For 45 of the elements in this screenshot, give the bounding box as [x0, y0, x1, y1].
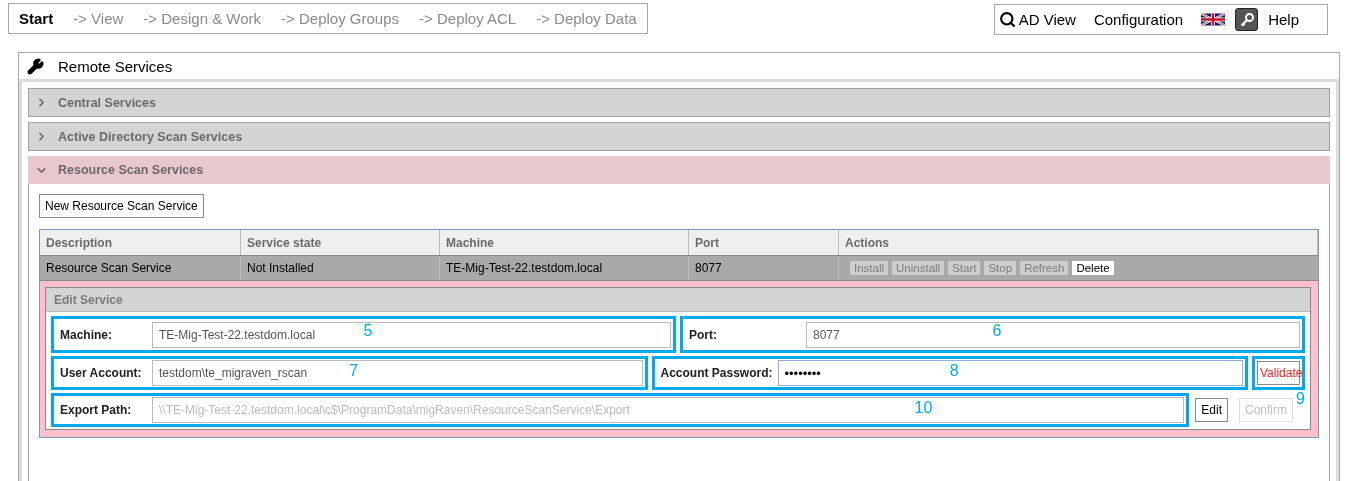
field-label: User Account: [60, 366, 143, 380]
field-label: Machine: [60, 327, 113, 342]
field-label: Port: [689, 327, 718, 342]
field-label: Export Path: [60, 403, 133, 417]
wizard-step[interactable]: Start [19, 10, 54, 27]
column-header: Actions [839, 230, 1318, 255]
menu-link[interactable]: Help [1268, 11, 1299, 28]
table-cell: Resource Scan Service [40, 256, 241, 280]
validate-button[interactable]: Validate [1257, 361, 1300, 385]
wizard-step[interactable]: -> Deploy ACL [419, 10, 517, 27]
section-title: Resource Scan Services [58, 163, 204, 177]
wizard-step[interactable]: -> View [73, 10, 124, 27]
menu-link[interactable]: Configuration [1093, 11, 1184, 28]
table-cell: TE-Mig-Test-22.testdom.local [440, 256, 689, 280]
column-header: Machine [440, 230, 689, 255]
form-button[interactable]: Edit [1195, 398, 1228, 422]
annotation-number: 8 [949, 362, 959, 380]
annotation-number: 5 [363, 322, 373, 340]
wizard-step[interactable]: -> Deploy Groups [281, 10, 400, 27]
wizard-step[interactable]: -> Design & Work [143, 10, 262, 27]
section-title: Active Directory Scan Services [58, 129, 243, 144]
action-button[interactable]: Delete [1072, 261, 1114, 275]
annotation-number: 7 [349, 362, 359, 380]
panel-title: Remote Services [58, 57, 173, 75]
annotation-number: 6 [992, 322, 1002, 340]
search-icon [998, 11, 1016, 28]
annotation-number: 9 [1296, 390, 1305, 408]
key-icon[interactable] [1235, 8, 1259, 31]
section-title: Central Services [58, 95, 156, 110]
section-header[interactable]: Central Services [28, 88, 1330, 117]
wrench-icon [27, 57, 44, 75]
flag-icon[interactable] [1201, 12, 1226, 27]
field-label: Account Password: [660, 366, 774, 380]
table-cell: Not Installed [241, 256, 440, 280]
edit-service-header: Edit Service [46, 288, 1310, 312]
column-header: Description [40, 230, 241, 255]
new-service-button[interactable]: New Resource Scan Service [39, 194, 204, 218]
section-header[interactable]: Active Directory Scan Services [28, 122, 1330, 151]
column-header: Port [689, 230, 839, 255]
column-header: Service state [241, 230, 440, 255]
wizard-step[interactable]: -> Deploy Data [536, 10, 637, 27]
table-cell: 8077 [689, 256, 839, 280]
annotation-number: 10 [914, 399, 933, 417]
ad-view-link[interactable]: AD View [998, 11, 1076, 28]
section-header[interactable]: Resource Scan Services [28, 156, 1330, 184]
